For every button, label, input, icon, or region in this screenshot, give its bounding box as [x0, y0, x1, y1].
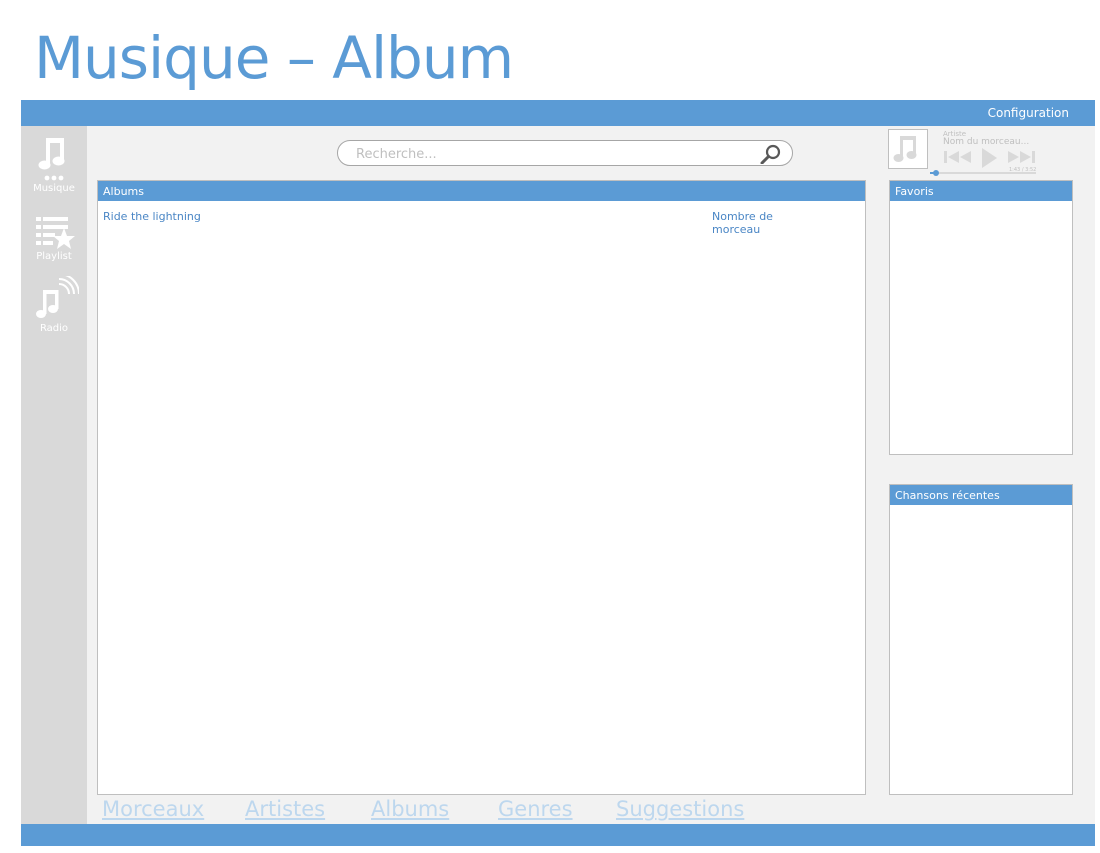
play-icon[interactable]	[980, 148, 998, 168]
albums-panel-header: Albums	[98, 181, 865, 201]
playlist-star-icon	[36, 217, 75, 249]
favoris-panel: Favoris	[889, 180, 1073, 455]
albums-panel: Albums Ride the lightning Nombre de morc…	[97, 180, 866, 795]
app-window: Configuration Musique Playlist Radio Rec…	[21, 100, 1095, 846]
mini-player: Artiste Nom du morceau... 1:43 / 3:52	[888, 128, 1048, 176]
configuration-link[interactable]: Configuration	[988, 106, 1069, 120]
music-note-icon	[893, 136, 917, 162]
album-cover[interactable]	[888, 129, 928, 169]
next-track-icon[interactable]	[1006, 148, 1036, 166]
album-row[interactable]: Ride the lightning Nombre de morceau	[103, 210, 823, 236]
radio-broadcast-icon	[36, 276, 79, 318]
top-bar: Configuration	[21, 100, 1095, 126]
sidebar-item-musique[interactable]: Musique	[21, 136, 87, 194]
tab-suggestions[interactable]: Suggestions	[616, 797, 744, 821]
favoris-panel-header: Favoris	[890, 181, 1072, 201]
sidebar: Musique Playlist Radio	[21, 126, 87, 824]
sidebar-item-label: Musique	[33, 183, 75, 194]
player-progress-knob[interactable]	[933, 170, 940, 176]
player-track-name: Nom du morceau...	[943, 137, 1030, 147]
search-box	[337, 140, 793, 166]
sidebar-item-label: Radio	[39, 323, 69, 334]
tab-artistes[interactable]: Artistes	[245, 797, 325, 821]
recent-songs-panel: Chansons récentes	[889, 484, 1073, 795]
recent-songs-panel-header: Chansons récentes	[890, 485, 1072, 505]
sidebar-item-playlist[interactable]: Playlist	[21, 214, 87, 262]
player-time: 1:43 / 3:52	[1009, 167, 1037, 173]
search-input[interactable]	[356, 145, 746, 163]
previous-track-icon[interactable]	[943, 148, 973, 166]
tab-genres[interactable]: Genres	[498, 797, 573, 821]
album-name[interactable]: Ride the lightning	[103, 210, 201, 223]
sidebar-item-radio[interactable]: Radio	[21, 276, 87, 334]
page-title: Musique – Album	[34, 24, 514, 92]
tab-morceaux[interactable]: Morceaux	[102, 797, 204, 821]
bottom-bar	[21, 824, 1095, 846]
search-icon[interactable]	[760, 144, 782, 164]
tab-albums[interactable]: Albums	[371, 797, 449, 821]
album-track-count: Nombre de morceau	[712, 210, 773, 236]
sidebar-item-label: Playlist	[36, 251, 72, 262]
music-note-icon	[38, 138, 65, 181]
